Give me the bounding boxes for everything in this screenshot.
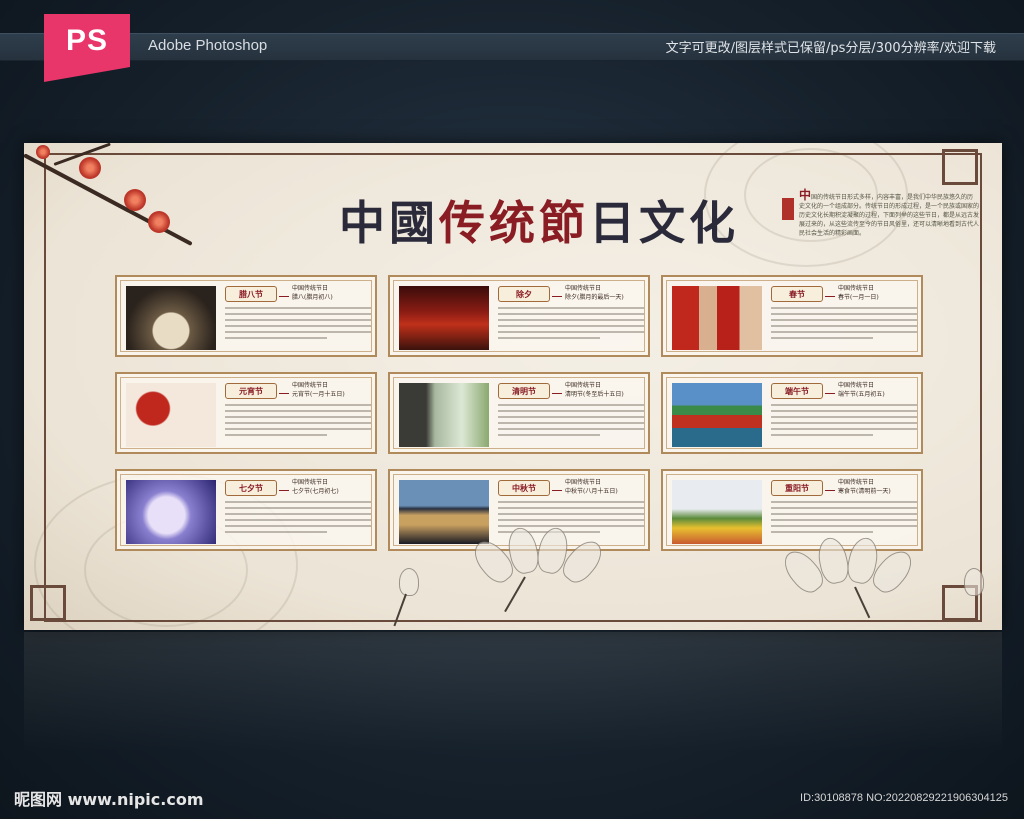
plum-flower: [124, 189, 146, 211]
festival-card: 清明节 中国传统节日 清明节(冬至后十五日): [388, 372, 650, 454]
board-title: 中國传统節日文化: [339, 196, 739, 250]
qixi-photo: [126, 480, 216, 544]
festival-description: [498, 307, 644, 351]
ps-logo: PS: [44, 14, 130, 82]
festival-card: 元宵节 中国传统节日 元宵节(一月十五日): [115, 372, 377, 454]
festival-date: 元宵节(一月十五日): [292, 391, 345, 398]
lantern-festival-photo: [126, 383, 216, 447]
festival-tag: 清明节: [498, 383, 550, 399]
festival-date: 七夕节(七月初七): [292, 488, 339, 495]
festival-tag: 重阳节: [771, 480, 823, 496]
festival-date: 除夕(腊月的最后一天): [565, 294, 624, 301]
festival-tag: 腊八节: [225, 286, 277, 302]
festival-tag: 中秋节: [498, 480, 550, 496]
festival-description: [225, 307, 371, 351]
plum-flower: [36, 145, 50, 159]
festival-description: [225, 501, 371, 545]
plum-flower: [148, 211, 170, 233]
festival-tag: 春节: [771, 286, 823, 302]
festival-subtitle: 中国传统节日: [565, 479, 602, 486]
spring-festival-photo: [672, 286, 762, 350]
new-year-eve-photo: [399, 286, 489, 350]
frame-corner: [942, 149, 978, 185]
mooncake-photo: [399, 480, 489, 544]
festival-subtitle: 中国传统节日: [565, 285, 602, 292]
festival-subtitle: 中国传统节日: [565, 382, 602, 389]
festival-tag: 除夕: [498, 286, 550, 302]
plum-flower: [79, 157, 101, 179]
site-watermark: 昵图网 www.nipic.com: [14, 790, 204, 809]
festival-subtitle: 中国传统节日: [292, 285, 329, 292]
festival-subtitle: 中国传统节日: [292, 479, 329, 486]
festival-date: 清明节(冬至后十五日): [565, 391, 624, 398]
festival-card: 除夕 中国传统节日 除夕(腊月的最后一天): [388, 275, 650, 357]
festival-card: 七夕节 中国传统节日 七夕节(七月初七): [115, 469, 377, 551]
festival-subtitle: 中国传统节日: [292, 382, 329, 389]
festival-card: 腊八节 中国传统节日 腊八(腊月初八): [115, 275, 377, 357]
laba-porridge-photo: [126, 286, 216, 350]
intro-text: 中国的传统节日形式多样，内容丰富，是我们中华民族悠久的历史文化的一个组成部分。传…: [799, 188, 980, 237]
app-name: Adobe Photoshop: [148, 37, 268, 54]
festival-date: 寒食节(清明前一天): [838, 488, 891, 495]
festival-description: [771, 404, 917, 448]
festival-subtitle: 中国传统节日: [838, 479, 875, 486]
festival-date: 腊八(腊月初八): [292, 294, 333, 301]
dragon-boat-photo: [672, 383, 762, 447]
festival-description: [498, 404, 644, 448]
top-note: 文字可更改/图层样式已保留/ps分层/300分辨率/欢迎下载: [665, 41, 996, 56]
festival-card: 端午节 中国传统节日 端午节(五月初五): [661, 372, 923, 454]
qingming-photo: [399, 383, 489, 447]
festival-description: [771, 307, 917, 351]
festival-description: [225, 404, 371, 448]
festival-subtitle: 中国传统节日: [838, 285, 875, 292]
festival-tag: 端午节: [771, 383, 823, 399]
red-seal: [782, 198, 794, 220]
festival-date: 端午节(五月初五): [838, 391, 885, 398]
festival-subtitle: 中国传统节日: [838, 382, 875, 389]
festival-tag: 元宵节: [225, 383, 277, 399]
frame-corner: [30, 585, 66, 621]
chongyang-photo: [672, 480, 762, 544]
festival-date: 春节(一月一日): [838, 294, 879, 301]
festival-tag: 七夕节: [225, 480, 277, 496]
board-reflection: [24, 632, 1002, 752]
image-id: ID:30108878 NO:20220829221906304125: [800, 792, 1008, 804]
festival-description: [771, 501, 917, 545]
festival-date: 中秋节(八月十五日): [565, 488, 618, 495]
festival-card: 春节 中国传统节日 春节(一月一日): [661, 275, 923, 357]
festival-board: 中國传统節日文化 中国的传统节日形式多样，内容丰富，是我们中华民族悠久的历史文化…: [24, 143, 1002, 630]
festival-card: 重阳节 中国传统节日 寒食节(清明前一天): [661, 469, 923, 551]
